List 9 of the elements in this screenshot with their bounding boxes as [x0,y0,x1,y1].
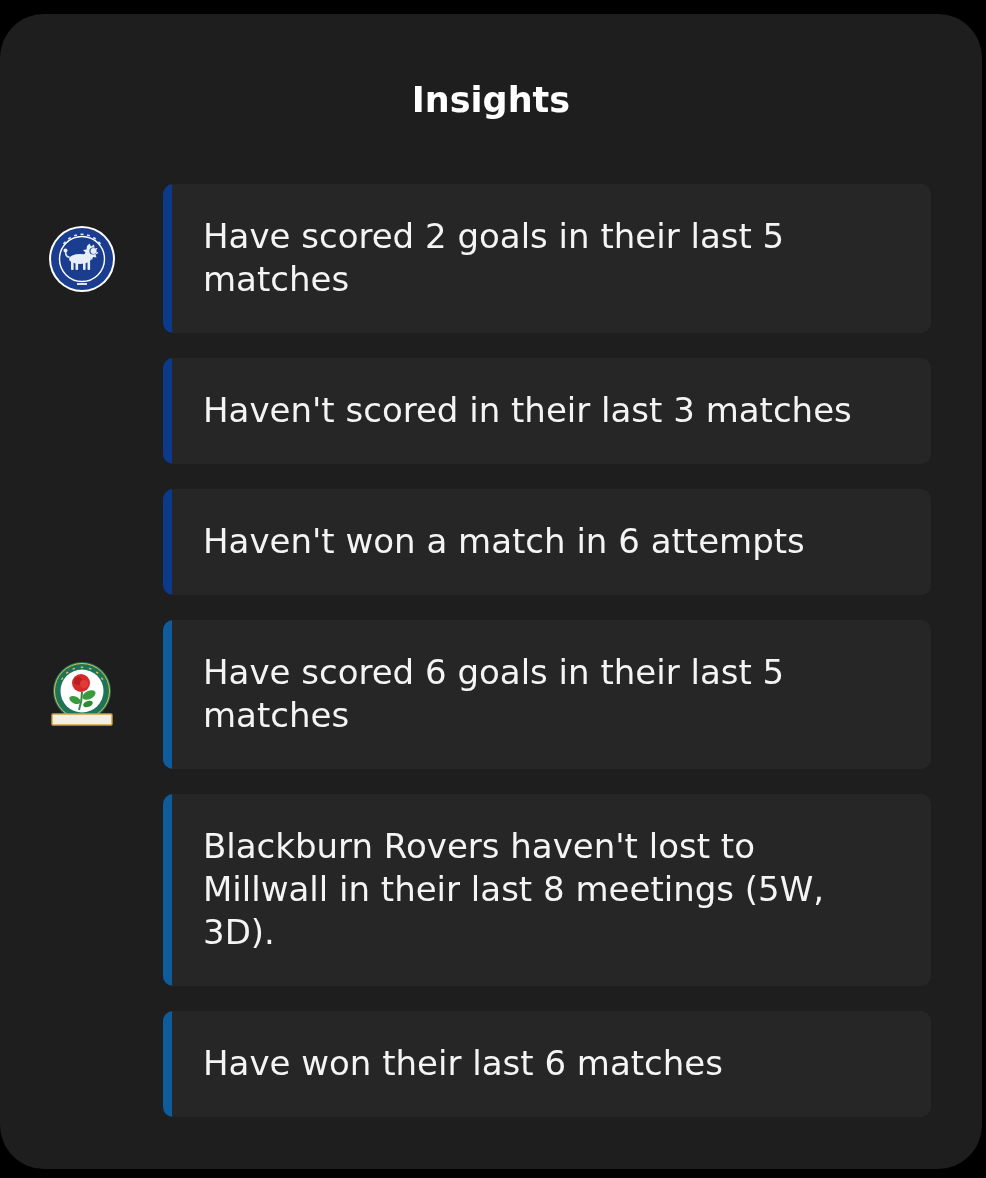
panel-title: Insights [411,79,571,122]
insight-text: Have scored 2 goals in their last 5 matches [203,216,785,299]
insight-text: Have scored 6 goals in their last 5 matches [203,652,785,735]
insight-text: Haven't scored in their last 3 matches [203,390,852,430]
rose-crest-icon [48,661,115,728]
lion-crest-icon [48,225,115,292]
insight-text: Have won their last 6 matches [203,1043,723,1083]
insight-text: Blackburn Rovers haven't lost to Millwall in their last 8 meetings (5W, 3D). [203,826,825,952]
insight-text: Haven't won a match in 6 attempts [203,521,805,561]
